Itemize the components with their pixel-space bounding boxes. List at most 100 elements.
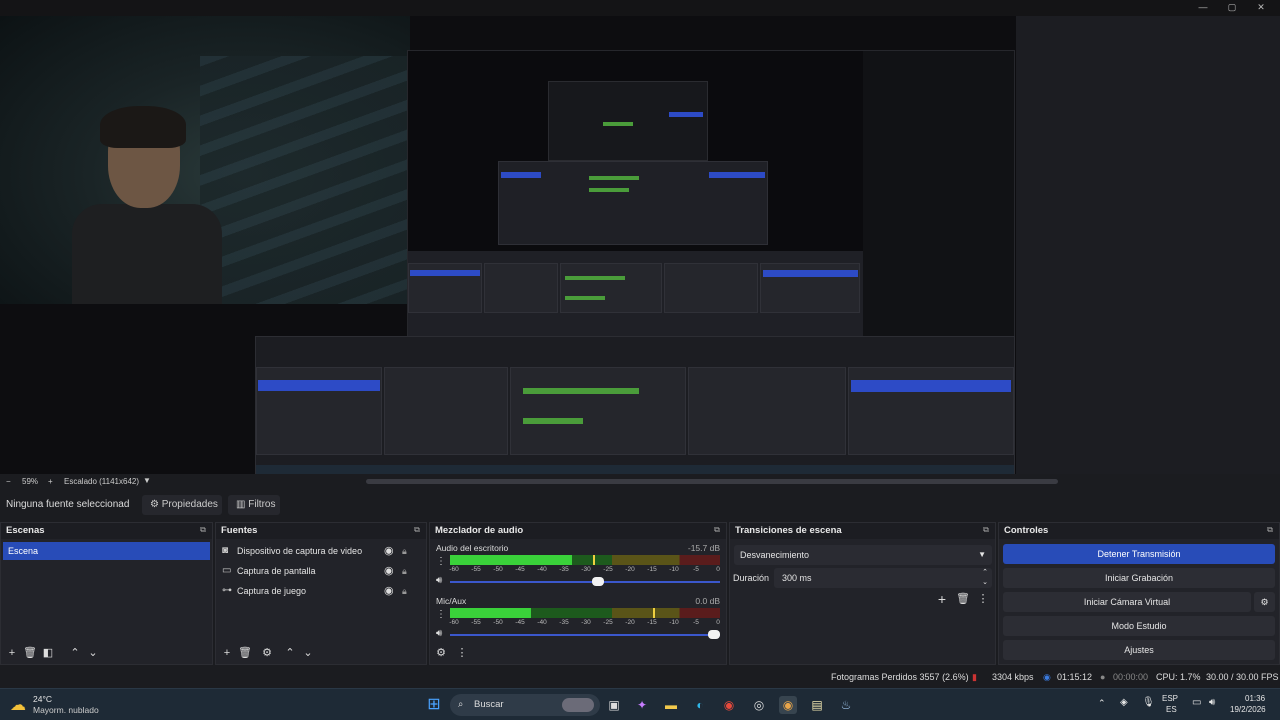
chevron-down-icon[interactable]: ▼ bbox=[143, 476, 151, 485]
meter-tick-label: -60 bbox=[449, 619, 459, 626]
meter-tick-label: -35 bbox=[559, 619, 569, 626]
copilot-icon[interactable]: ✦ bbox=[633, 696, 651, 714]
weather-temp[interactable]: 24°C bbox=[33, 694, 52, 704]
source-label: Dispositivo de captura de video bbox=[237, 546, 363, 556]
nested-mini-button bbox=[709, 172, 765, 178]
move-down-icon[interactable]: ⌄ bbox=[86, 646, 100, 660]
undock-icon[interactable]: ⧉ bbox=[981, 525, 991, 535]
settings-button[interactable]: Ajustes bbox=[1003, 640, 1275, 660]
source-item[interactable]: ◙ Dispositivo de captura de video ◉ 🔒︎ bbox=[222, 542, 422, 560]
volume-handle[interactable] bbox=[708, 630, 720, 639]
chevron-up-icon[interactable]: ⌃ bbox=[1098, 698, 1106, 709]
eye-icon[interactable]: ◉ bbox=[384, 585, 396, 597]
meter-tick-label: -10 bbox=[669, 566, 679, 573]
undock-icon[interactable]: ⧉ bbox=[412, 525, 422, 535]
kebab-menu-icon[interactable]: ⋮ bbox=[436, 609, 446, 620]
gamepad-icon: ⊶ bbox=[222, 585, 232, 596]
kebab-menu-icon[interactable]: ⋮ bbox=[455, 646, 469, 660]
meter-tick-label: 0 bbox=[716, 566, 720, 573]
kebab-menu-icon[interactable]: ⋮ bbox=[436, 556, 446, 567]
clock-time[interactable]: 01:36 bbox=[1245, 694, 1265, 703]
trash-icon[interactable]: 🗑 bbox=[956, 592, 970, 606]
stop-stream-button[interactable]: Detener Transmisión bbox=[1003, 544, 1275, 564]
cpu-usage: CPU: 1.7% bbox=[1156, 672, 1201, 682]
duration-input[interactable]: 300 ms ⌃ ⌄ bbox=[774, 568, 992, 588]
preview-canvas[interactable] bbox=[0, 16, 1016, 486]
properties-button[interactable]: ⚙ Propiedades bbox=[142, 495, 222, 515]
lang-top[interactable]: ESP bbox=[1162, 694, 1178, 703]
add-transition-icon[interactable]: + bbox=[935, 592, 949, 606]
weather-desc[interactable]: Mayorm. nublado bbox=[33, 705, 99, 715]
lock-icon[interactable]: 🔒︎ bbox=[402, 565, 412, 577]
minimize-icon[interactable]: — bbox=[1192, 0, 1214, 14]
eye-icon[interactable]: ◉ bbox=[384, 545, 396, 557]
edge-icon[interactable]: ◐ bbox=[691, 696, 709, 714]
zoom-level: 59% bbox=[22, 477, 39, 486]
chrome-alt-icon[interactable]: ◉ bbox=[779, 696, 797, 714]
chrome-icon[interactable]: ◉ bbox=[720, 696, 738, 714]
meter-peak bbox=[593, 555, 595, 565]
task-view-icon[interactable]: ▣ bbox=[605, 696, 623, 714]
meter-ticks: -60 -55 -50 -45 -40 -35 -30 -25 -20 -15 -10 -5 0 bbox=[449, 566, 722, 576]
file-explorer-icon[interactable]: ▬ bbox=[662, 696, 680, 714]
preview-area[interactable] bbox=[0, 16, 1280, 486]
display-icon[interactable]: ▭ bbox=[1192, 697, 1201, 708]
source-item[interactable]: ⊶ Captura de juego ◉ 🔒︎ bbox=[222, 582, 422, 600]
kebab-menu-icon[interactable]: ⋮ bbox=[976, 592, 990, 606]
channel-db: 0.0 dB bbox=[695, 596, 720, 606]
add-source-icon[interactable]: + bbox=[220, 646, 234, 660]
advanced-audio-icon[interactable]: ⚙ bbox=[434, 646, 448, 660]
virtual-cam-settings-button[interactable]: ⚙ bbox=[1254, 592, 1275, 612]
scene-item[interactable]: Escena bbox=[3, 542, 210, 560]
gear-icon[interactable]: ⚙ bbox=[260, 646, 274, 660]
preview-scrollbar[interactable] bbox=[366, 479, 1058, 484]
nested-mini-panel bbox=[760, 263, 860, 313]
undock-icon[interactable]: ⧉ bbox=[198, 525, 208, 535]
filters-button[interactable]: ▥ Filtros bbox=[228, 495, 280, 515]
undock-icon[interactable]: ⧉ bbox=[712, 525, 722, 535]
weather-icon[interactable]: ☁ bbox=[10, 695, 26, 715]
bitrate: 3304 kbps bbox=[992, 672, 1034, 682]
lock-icon[interactable]: 🔒︎ bbox=[402, 585, 412, 597]
move-down-icon[interactable]: ⌄ bbox=[301, 646, 315, 660]
trash-icon[interactable]: 🗑 bbox=[23, 646, 37, 660]
zoom-in-button[interactable]: + bbox=[48, 477, 53, 486]
trash-icon[interactable]: 🗑 bbox=[238, 646, 252, 660]
transition-select[interactable]: Desvanecimiento ▼ bbox=[734, 545, 992, 565]
start-recording-button[interactable]: Iniciar Grabación bbox=[1003, 568, 1275, 588]
obs-icon[interactable]: ◎ bbox=[750, 696, 768, 714]
windows-start-icon[interactable]: ⊞ bbox=[425, 696, 443, 714]
source-label: Captura de pantalla bbox=[237, 566, 316, 576]
spin-down-icon[interactable]: ⌄ bbox=[982, 573, 988, 593]
source-item[interactable]: ▭ Captura de pantalla ◉ 🔒︎ bbox=[222, 562, 422, 580]
volume-handle[interactable] bbox=[592, 577, 604, 586]
clock-date[interactable]: 19/2/2026 bbox=[1230, 705, 1266, 714]
speaker-icon[interactable]: 🔊︎ bbox=[436, 628, 442, 639]
close-icon[interactable]: ✕ bbox=[1250, 0, 1272, 14]
move-up-icon[interactable]: ⌃ bbox=[68, 646, 82, 660]
zoom-out-button[interactable]: − bbox=[6, 477, 11, 486]
camera-icon: ◙ bbox=[222, 545, 229, 556]
taskbar-search[interactable]: ⌕ Buscar bbox=[450, 694, 600, 716]
speaker-icon[interactable]: 🔊︎ bbox=[436, 575, 442, 586]
steam-icon[interactable]: ♨ bbox=[837, 696, 855, 714]
maximize-icon[interactable]: ▢ bbox=[1221, 0, 1243, 14]
nested-mini-meter bbox=[589, 176, 639, 180]
volume-slider[interactable] bbox=[450, 577, 720, 586]
nested-mini-button bbox=[669, 112, 703, 117]
add-scene-icon[interactable]: + bbox=[5, 646, 19, 660]
eye-icon[interactable]: ◉ bbox=[384, 565, 396, 577]
move-up-icon[interactable]: ⌃ bbox=[283, 646, 297, 660]
lock-icon[interactable]: 🔒︎ bbox=[402, 545, 412, 557]
undock-icon[interactable]: ⧉ bbox=[1265, 525, 1275, 535]
location-icon[interactable]: ◈ bbox=[1120, 697, 1128, 708]
volume-slider[interactable] bbox=[450, 630, 720, 639]
volume-icon[interactable]: 🔊︎ bbox=[1209, 697, 1215, 708]
lang-bottom[interactable]: ES bbox=[1166, 705, 1177, 714]
studio-mode-button[interactable]: Modo Estudio bbox=[1003, 616, 1275, 636]
notes-icon[interactable]: ▤ bbox=[808, 696, 826, 714]
filter-icon[interactable]: ◧ bbox=[41, 646, 55, 660]
microphone-icon[interactable]: 🎙︎ bbox=[1142, 697, 1155, 708]
start-virtual-cam-button[interactable]: Iniciar Cámara Virtual bbox=[1003, 592, 1251, 612]
meter-tick-label: -5 bbox=[693, 566, 699, 573]
